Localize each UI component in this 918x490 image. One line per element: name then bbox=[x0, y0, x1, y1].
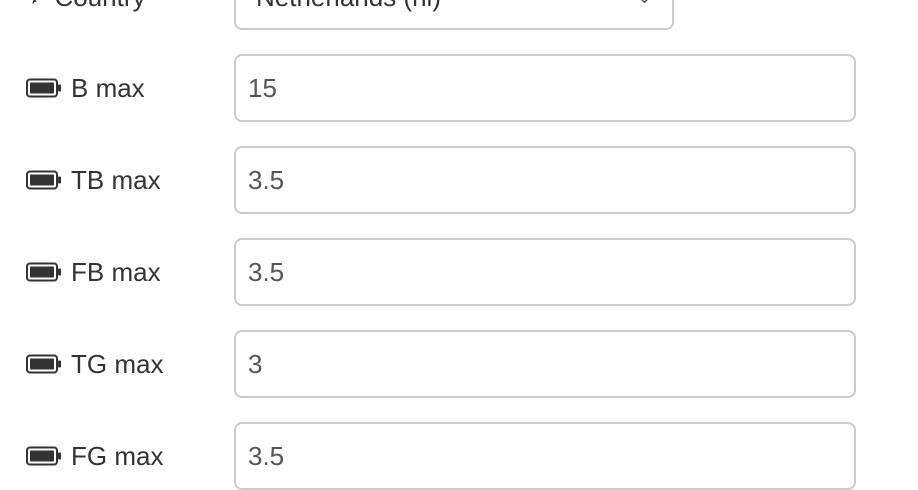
field-label: TB max bbox=[26, 146, 161, 214]
field-row-tg-max: TG max bbox=[0, 330, 918, 398]
battery-icon bbox=[26, 446, 62, 466]
country-select[interactable]: Netherlands (nl) ⌄ bbox=[234, 0, 674, 30]
settings-form: ✈ Country Netherlands (nl) ⌄ B max bbox=[0, 0, 918, 490]
battery-icon bbox=[26, 170, 62, 190]
field-label: FB max bbox=[26, 238, 161, 306]
country-select-value: Netherlands (nl) bbox=[256, 0, 441, 13]
field-label: FG max bbox=[26, 422, 163, 490]
field-label-text: B max bbox=[71, 72, 145, 103]
battery-icon bbox=[26, 354, 62, 374]
field-label-text: TB max bbox=[71, 164, 161, 195]
field-label-text: FG max bbox=[71, 440, 164, 471]
map-pin-icon: ✈ bbox=[26, 0, 44, 10]
fb-max-input[interactable] bbox=[234, 238, 856, 306]
field-label-text: FB max bbox=[71, 256, 161, 287]
country-row: ✈ Country Netherlands (nl) ⌄ bbox=[0, 0, 918, 30]
field-label: TG max bbox=[26, 330, 163, 398]
field-row-fb-max: FB max bbox=[0, 238, 918, 306]
country-label-text: Country bbox=[54, 0, 145, 13]
field-label-text: TG max bbox=[71, 348, 164, 379]
field-row-fg-max: FG max bbox=[0, 422, 918, 490]
field-row-b-max: B max bbox=[0, 54, 918, 122]
fg-max-input[interactable] bbox=[234, 422, 856, 490]
field-label: B max bbox=[26, 54, 145, 122]
battery-icon bbox=[26, 78, 62, 98]
field-row-tb-max: TB max bbox=[0, 146, 918, 214]
battery-icon bbox=[26, 262, 62, 282]
tb-max-input[interactable] bbox=[234, 146, 856, 214]
b-max-input[interactable] bbox=[234, 54, 856, 122]
tg-max-input[interactable] bbox=[234, 330, 856, 398]
country-label: ✈ Country bbox=[26, 0, 145, 30]
chevron-down-icon: ⌄ bbox=[637, 0, 652, 8]
